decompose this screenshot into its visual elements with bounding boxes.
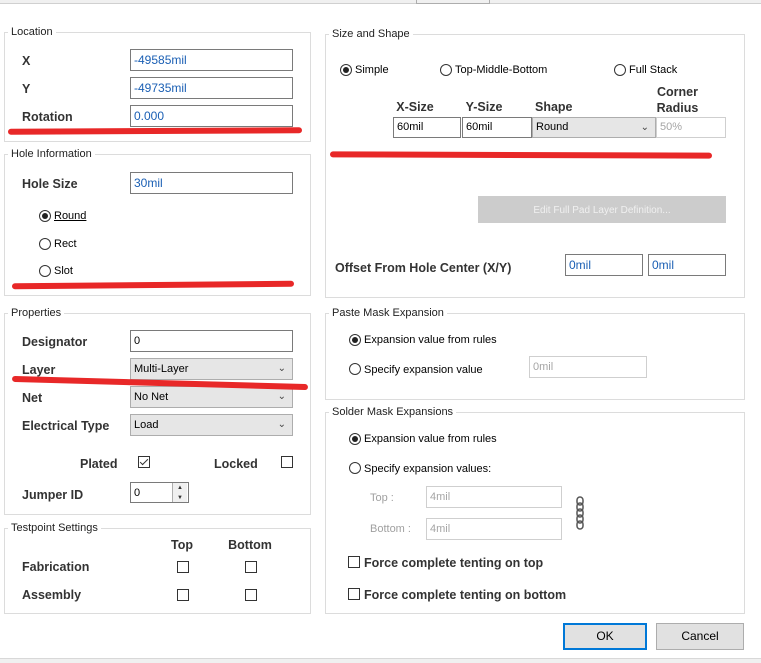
testpoint-col-top: Top: [171, 538, 193, 552]
edit-full-pad-layer-button[interactable]: Edit Full Pad Layer Definition...: [478, 196, 726, 223]
electrical-type-label: Electrical Type: [22, 419, 110, 433]
corner-radius-input[interactable]: 50%: [656, 117, 726, 138]
layer-label: Layer: [22, 363, 56, 377]
top-strip-button: [416, 0, 490, 4]
testpoint-title: Testpoint Settings: [8, 522, 101, 534]
hole-rect-label: Rect: [54, 238, 77, 250]
jumper-id-input[interactable]: 0 ▲ ▼: [130, 482, 189, 503]
assembly-top-checkbox[interactable]: [177, 589, 189, 601]
ysize-input[interactable]: 60mil: [462, 117, 532, 138]
ok-button[interactable]: OK: [563, 623, 647, 650]
solder-top-label: Top :: [370, 492, 394, 504]
shape-tmb-radio[interactable]: [440, 64, 452, 76]
top-strip: [0, 0, 761, 4]
solder-top-input[interactable]: 4mil: [426, 486, 562, 508]
assembly-bottom-checkbox[interactable]: [245, 589, 257, 601]
paste-mask-title: Paste Mask Expansion: [329, 307, 447, 319]
jumper-id-value: 0: [134, 487, 141, 499]
net-select-value: No Net: [134, 391, 169, 403]
rotation-input[interactable]: 0.000: [130, 105, 293, 127]
solder-from-rules-radio[interactable]: [349, 433, 361, 445]
x-input[interactable]: -49585mil: [130, 49, 293, 71]
size-shape-title: Size and Shape: [329, 28, 413, 40]
y-label: Y: [22, 82, 31, 96]
hole-rect-radio[interactable]: [39, 238, 51, 250]
hole-round-radio[interactable]: [39, 210, 51, 222]
chevron-down-icon: ⌄: [277, 419, 286, 430]
designator-label: Designator: [22, 335, 88, 349]
shape-full-stack-radio[interactable]: [614, 64, 626, 76]
plated-label: Plated: [80, 457, 118, 471]
rotation-label: Rotation: [22, 110, 73, 124]
hole-size-input[interactable]: 30mil: [130, 172, 293, 194]
jumper-id-label: Jumper ID: [22, 488, 84, 502]
location-title: Location: [8, 26, 56, 38]
spin-down-icon[interactable]: ▼: [173, 493, 187, 502]
electrical-type-value: Load: [134, 419, 159, 431]
layer-select[interactable]: Multi-Layer ⌄: [130, 358, 293, 380]
force-tenting-top-checkbox[interactable]: [348, 556, 360, 568]
col-corner: Corner: [657, 85, 698, 99]
solder-mask-title: Solder Mask Expansions: [329, 406, 457, 418]
x-label: X: [22, 54, 31, 68]
hole-round-label: Round: [54, 210, 87, 222]
paste-from-rules-label: Expansion value from rules: [364, 334, 497, 346]
offset-x-input[interactable]: 0mil: [565, 254, 643, 276]
chevron-down-icon: ⌄: [277, 363, 286, 374]
force-tenting-bottom-checkbox[interactable]: [348, 588, 360, 600]
force-tenting-top-label: Force complete tenting on top: [364, 556, 544, 570]
shape-tmb-label: Top-Middle-Bottom: [455, 64, 548, 76]
chevron-down-icon: ⌄: [277, 391, 286, 402]
chevron-down-icon: ⌄: [640, 122, 649, 133]
testpoint-col-bottom: Bottom: [228, 538, 272, 552]
locked-checkbox[interactable]: [281, 456, 293, 468]
electrical-type-select[interactable]: Load ⌄: [130, 414, 293, 436]
shape-select[interactable]: Round ⌄: [532, 117, 656, 138]
solder-bottom-label: Bottom :: [370, 523, 411, 535]
fabrication-label: Fabrication: [22, 560, 90, 574]
y-input[interactable]: -49735mil: [130, 77, 293, 99]
col-xsize: X-Size: [396, 100, 434, 114]
designator-input[interactable]: 0: [130, 330, 293, 352]
jumper-id-spinner[interactable]: ▲ ▼: [172, 483, 187, 502]
net-select[interactable]: No Net ⌄: [130, 386, 293, 408]
shape-full-stack-label: Full Stack: [629, 64, 678, 76]
hole-slot-radio[interactable]: [39, 265, 51, 277]
offset-label: Offset From Hole Center (X/Y): [335, 261, 512, 275]
offset-y-input[interactable]: 0mil: [648, 254, 726, 276]
plated-checkbox[interactable]: [138, 456, 150, 468]
fabrication-bottom-checkbox[interactable]: [245, 561, 257, 573]
paste-value-input[interactable]: 0mil: [529, 356, 647, 378]
paste-specify-label: Specify expansion value: [364, 364, 483, 376]
assembly-label: Assembly: [22, 588, 82, 602]
fabrication-top-checkbox[interactable]: [177, 561, 189, 573]
properties-title: Properties: [8, 307, 65, 319]
net-label: Net: [22, 391, 43, 405]
shape-select-value: Round: [536, 121, 569, 133]
spin-up-icon[interactable]: ▲: [173, 483, 187, 493]
chain-link-icon[interactable]: [574, 496, 586, 530]
layer-select-value: Multi-Layer: [134, 363, 189, 375]
solder-bottom-input[interactable]: 4mil: [426, 518, 562, 540]
col-ysize: Y-Size: [465, 100, 503, 114]
hole-slot-label: Slot: [54, 265, 73, 277]
solder-from-rules-label: Expansion value from rules: [364, 433, 497, 445]
force-tenting-bottom-label: Force complete tenting on bottom: [364, 588, 567, 602]
footer-bottom-edge: [0, 658, 761, 663]
paste-specify-radio[interactable]: [349, 363, 361, 375]
col-radius: Radius: [656, 101, 699, 115]
locked-label: Locked: [214, 457, 258, 471]
xsize-input[interactable]: 60mil: [393, 117, 461, 138]
hole-title: Hole Information: [8, 148, 95, 160]
shape-simple-radio[interactable]: [340, 64, 352, 76]
solder-specify-label: Specify expansion values:: [364, 463, 492, 475]
paste-from-rules-radio[interactable]: [349, 334, 361, 346]
solder-specify-radio[interactable]: [349, 462, 361, 474]
col-shape: Shape: [535, 100, 573, 114]
hole-size-label: Hole Size: [22, 177, 78, 191]
cancel-button[interactable]: Cancel: [656, 623, 744, 650]
shape-simple-label: Simple: [355, 64, 389, 76]
